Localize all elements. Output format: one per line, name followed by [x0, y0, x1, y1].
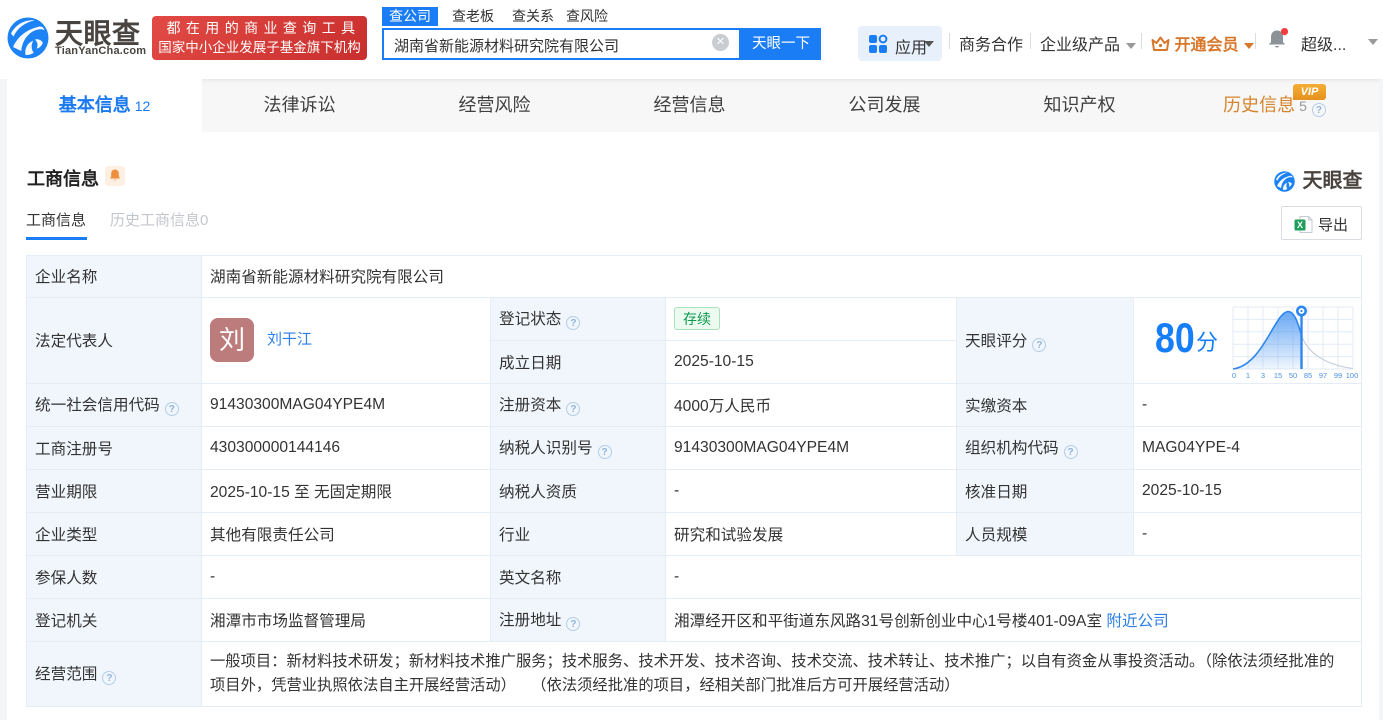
svg-text:3: 3	[1261, 371, 1265, 380]
svg-text:1: 1	[1246, 371, 1250, 380]
svg-text:97: 97	[1319, 371, 1327, 380]
svg-text:X: X	[1297, 220, 1303, 230]
svg-text:100: 100	[1346, 371, 1359, 380]
svg-text:85: 85	[1304, 371, 1312, 380]
svg-text:99: 99	[1334, 371, 1342, 380]
svg-text:0: 0	[1232, 371, 1236, 380]
svg-text:50: 50	[1289, 371, 1297, 380]
svg-text:15: 15	[1274, 371, 1282, 380]
